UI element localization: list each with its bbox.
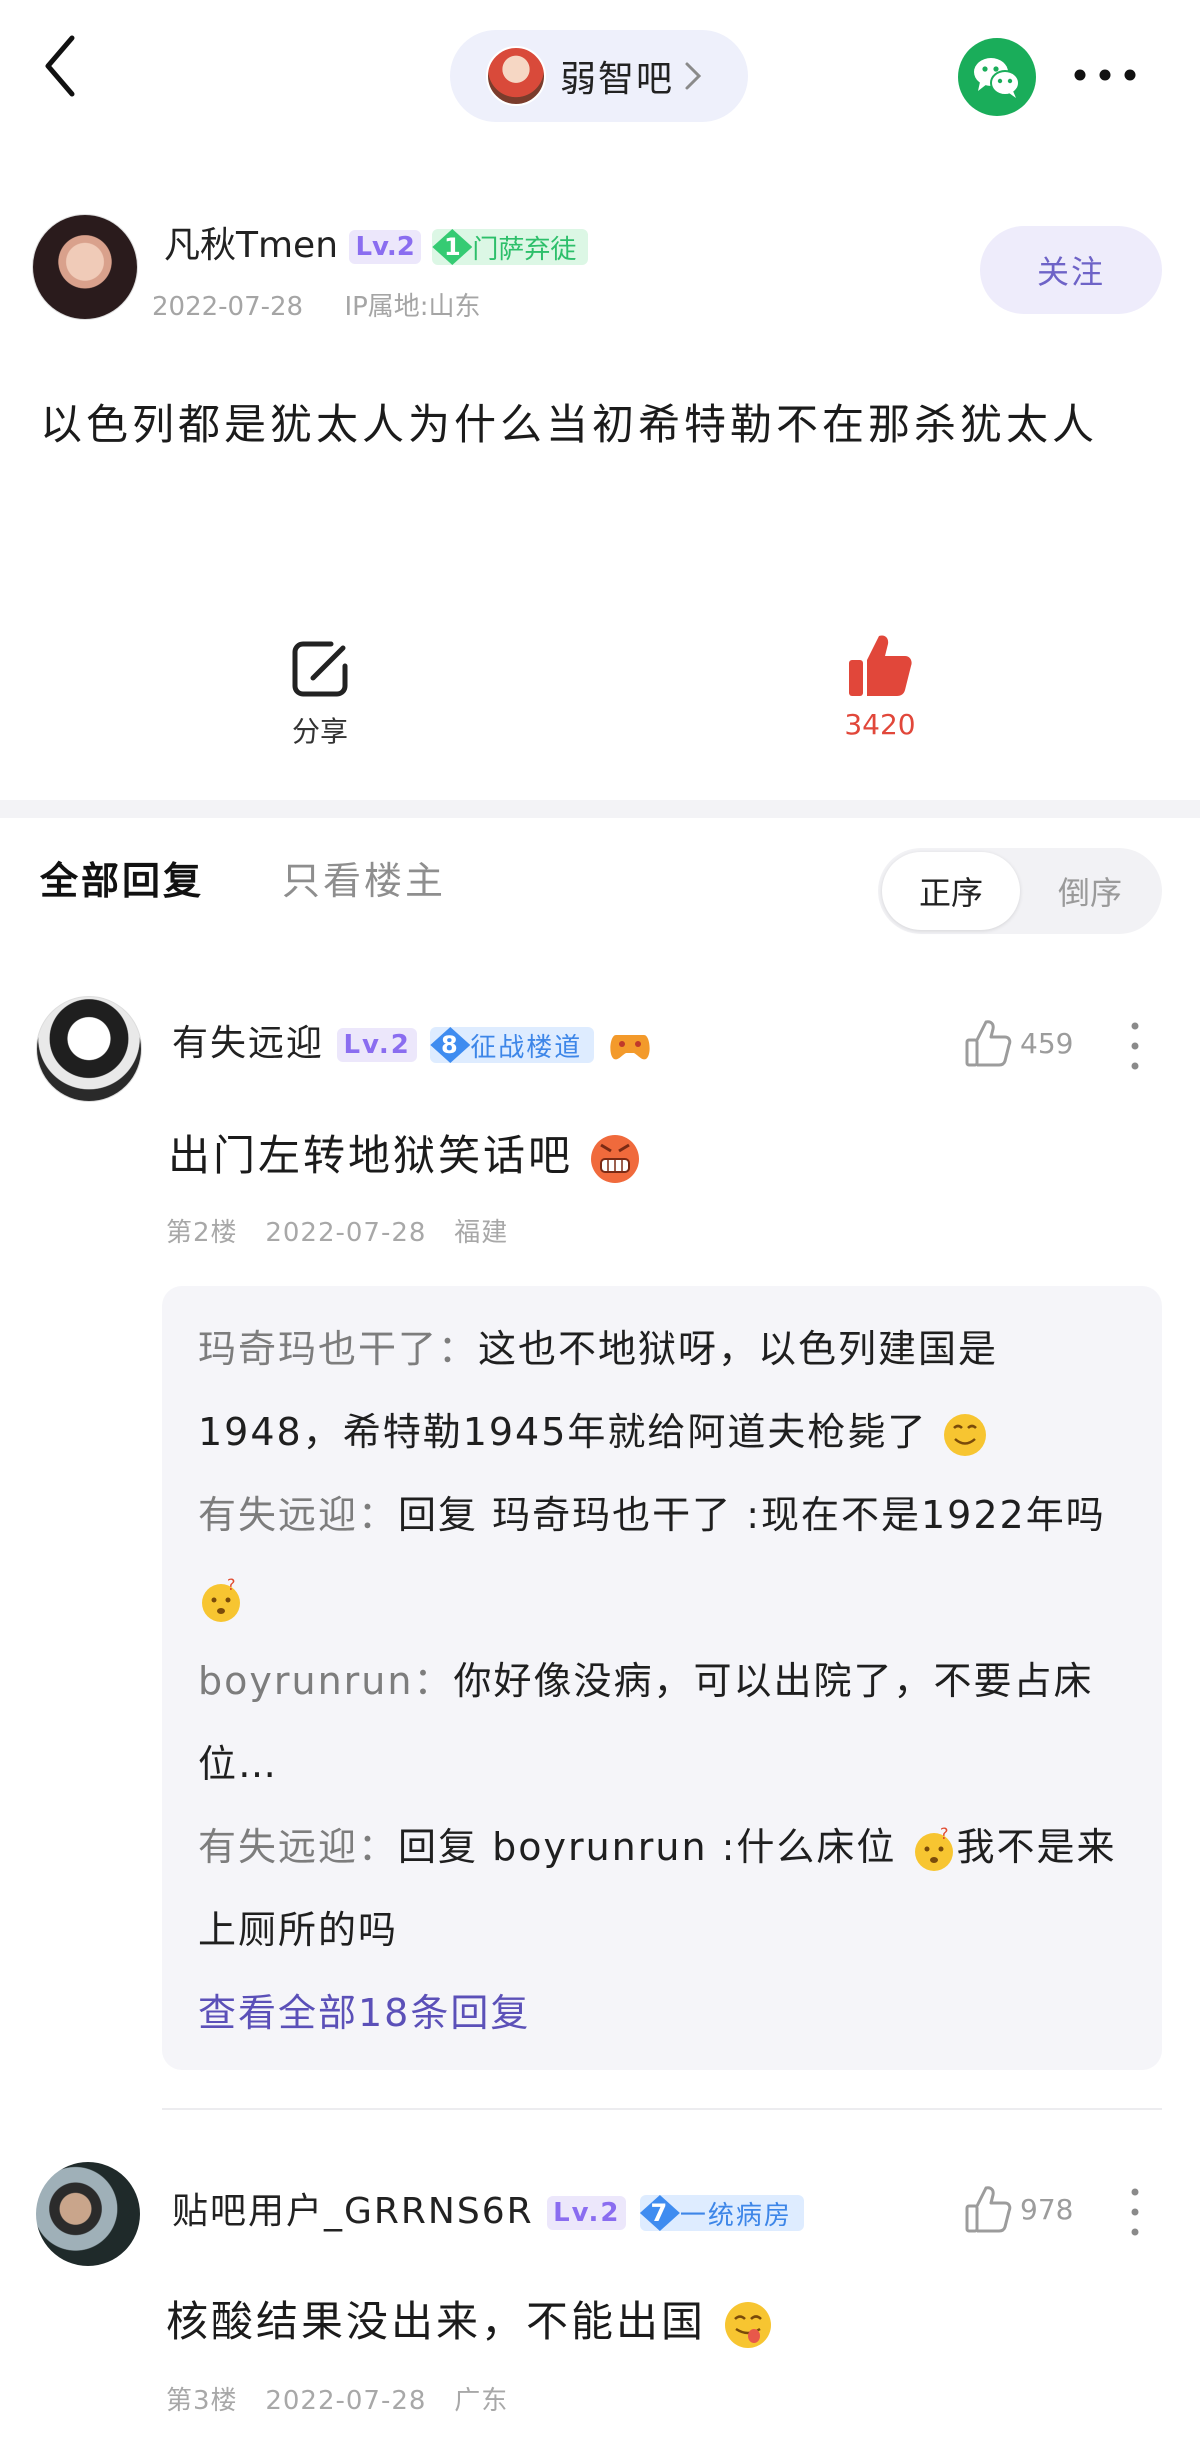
sub-reply[interactable]: 有失远迎：回复 玛奇玛也干了 :现在不是1922年吗 ? <box>198 1474 1128 1640</box>
like-button[interactable]: 3420 <box>820 630 940 750</box>
reply-location: 福建 <box>454 1218 509 1248</box>
badge-number: 1 <box>432 229 473 265</box>
badge-number: 7 <box>639 2195 680 2231</box>
smile-emoji-icon <box>943 1413 986 1456</box>
wechat-share-button[interactable] <box>958 38 1036 116</box>
reply-more-button[interactable] <box>1125 2184 1145 2240</box>
reply-divider <box>162 2108 1162 2110</box>
reply-like-button[interactable]: 978 <box>964 2184 1073 2234</box>
reply-date: 2022-07-28 <box>265 2386 427 2416</box>
post-content: 以色列都是犹太人为什么当初希特勒不在那杀犹太人 <box>40 400 1099 449</box>
sub-reply-author[interactable]: boyrunrun <box>198 1659 413 1703</box>
forum-name: 弱智吧 <box>560 59 675 100</box>
reply-author-row: 有失远迎 Lv.2 8 征战楼道 <box>172 1014 652 1066</box>
back-button[interactable] <box>40 30 110 120</box>
angry-grin-emoji-icon <box>591 1134 640 1183</box>
sub-reply-author[interactable]: 玛奇玛也干了 <box>198 1327 438 1371</box>
sub-reply-text: 回复 boyrunrun :什么床位 <box>398 1825 897 1869</box>
section-divider <box>0 800 1200 818</box>
reply-text: 核酸结果没出来，不能出国 <box>166 2297 707 2346</box>
level-badge: Lv.2 <box>337 1028 417 1062</box>
thumbs-up-icon <box>965 2186 1012 2233</box>
sort-descending-button[interactable]: 倒序 <box>1020 852 1160 930</box>
title-badge: 7 一统病房 <box>639 2195 804 2231</box>
reply-like-count: 978 <box>1020 2192 1074 2226</box>
reply-floor: 第3楼 <box>166 2386 238 2416</box>
vertical-dots-icon <box>1131 1022 1139 1070</box>
like-count: 3420 <box>844 708 916 741</box>
badge-number: 8 <box>430 1027 471 1063</box>
post-ip-location: IP属地:山东 <box>344 292 481 322</box>
reply-author-row: 贴吧用户_GRRNS6R Lv.2 7 一统病房 <box>172 2182 804 2234</box>
reply-like-button[interactable]: 459 <box>964 1018 1073 1068</box>
level-badge: Lv.2 <box>547 2196 627 2230</box>
sub-reply[interactable]: boyrunrun：你好像没病，可以出院了，不要占床位… <box>198 1640 1128 1806</box>
reply-like-count: 459 <box>1020 1026 1074 1060</box>
view-all-replies-link[interactable]: 查看全部18条回复 <box>198 1972 1128 2055</box>
forum-avatar <box>486 46 546 106</box>
svg-text:?: ? <box>940 1827 951 1843</box>
svg-text:?: ? <box>227 1578 238 1594</box>
forum-link[interactable]: 弱智吧 <box>450 30 748 122</box>
post-meta: 2022-07-28 IP属地:山东 <box>152 286 481 323</box>
follow-button[interactable]: 关注 <box>980 226 1162 314</box>
share-label: 分享 <box>291 715 348 748</box>
reply-location: 广东 <box>454 2386 509 2416</box>
badge-title: 一统病房 <box>679 2200 792 2231</box>
wechat-icon <box>974 58 1020 98</box>
sub-reply[interactable]: 玛奇玛也干了：这也不地狱呀，以色列建国是1948，希特勒1945年就给阿道夫枪毙… <box>198 1308 1128 1474</box>
reply-meta: 第3楼 2022-07-28 广东 <box>166 2380 508 2417</box>
author-name[interactable]: 凡秋Tmen <box>164 225 338 266</box>
tab-owner-only[interactable]: 只看楼主 <box>282 850 446 905</box>
reply-author-name[interactable]: 贴吧用户_GRRNS6R <box>172 2191 534 2232</box>
reply-content: 核酸结果没出来，不能出国 <box>166 2288 774 2351</box>
tab-all-replies[interactable]: 全部回复 <box>40 850 204 905</box>
sub-reply[interactable]: 有失远迎：回复 boyrunrun :什么床位 ? 我不是来上厕所的吗 <box>198 1806 1128 1972</box>
author-avatar[interactable] <box>32 214 138 320</box>
share-icon <box>292 641 348 697</box>
share-button[interactable]: 分享 <box>260 636 380 756</box>
badge-title: 征战楼道 <box>470 1032 583 1063</box>
sub-reply-author[interactable]: 有失远迎 <box>198 1493 358 1537</box>
sub-replies-list: 玛奇玛也干了：这也不地狱呀，以色列建国是1948，希特勒1945年就给阿道夫枪毙… <box>198 1308 1128 2055</box>
reply-avatar[interactable] <box>36 2162 140 2266</box>
vertical-dots-icon <box>1131 2188 1139 2236</box>
reply-date: 2022-07-28 <box>265 1218 427 1248</box>
reply-content: 出门左转地狱笑话吧 <box>168 1122 641 1185</box>
sub-reply-text: 回复 玛奇玛也干了 :现在不是1922年吗 <box>398 1493 1106 1537</box>
reply-text: 出门左转地狱笑话吧 <box>168 1131 574 1180</box>
title-badge: 8 征战楼道 <box>430 1027 595 1063</box>
badge-title: 门萨弃徒 <box>472 234 577 265</box>
reply-avatar[interactable] <box>36 996 142 1102</box>
post-date: 2022-07-28 <box>152 292 304 322</box>
controller-emoji-icon <box>610 1035 650 1060</box>
author-name-row: 凡秋Tmen Lv.2 1 门萨弃徒 <box>164 216 589 268</box>
sort-ascending-button[interactable]: 正序 <box>882 852 1020 930</box>
sub-reply-author[interactable]: 有失远迎 <box>198 1825 358 1869</box>
more-dots-icon <box>1074 69 1136 81</box>
reply-meta: 第2楼 2022-07-28 福建 <box>166 1212 508 1249</box>
title-badge: 1 门萨弃徒 <box>432 229 589 265</box>
thinking-emoji-icon: ? <box>914 1827 953 1871</box>
thumbs-up-icon <box>965 1020 1012 1067</box>
reply-author-name[interactable]: 有失远迎 <box>172 1023 324 1064</box>
back-chevron-icon <box>45 35 75 97</box>
more-options-button[interactable] <box>1070 55 1140 95</box>
reply-more-button[interactable] <box>1125 1018 1145 1074</box>
thinking-emoji-icon: ? <box>202 1578 240 1622</box>
reply-floor: 第2楼 <box>166 1218 238 1248</box>
tongue-out-emoji-icon <box>725 2301 772 2348</box>
thumbs-up-filled-icon <box>849 635 912 696</box>
chevron-right-icon <box>685 62 702 90</box>
level-badge: Lv.2 <box>349 230 421 264</box>
